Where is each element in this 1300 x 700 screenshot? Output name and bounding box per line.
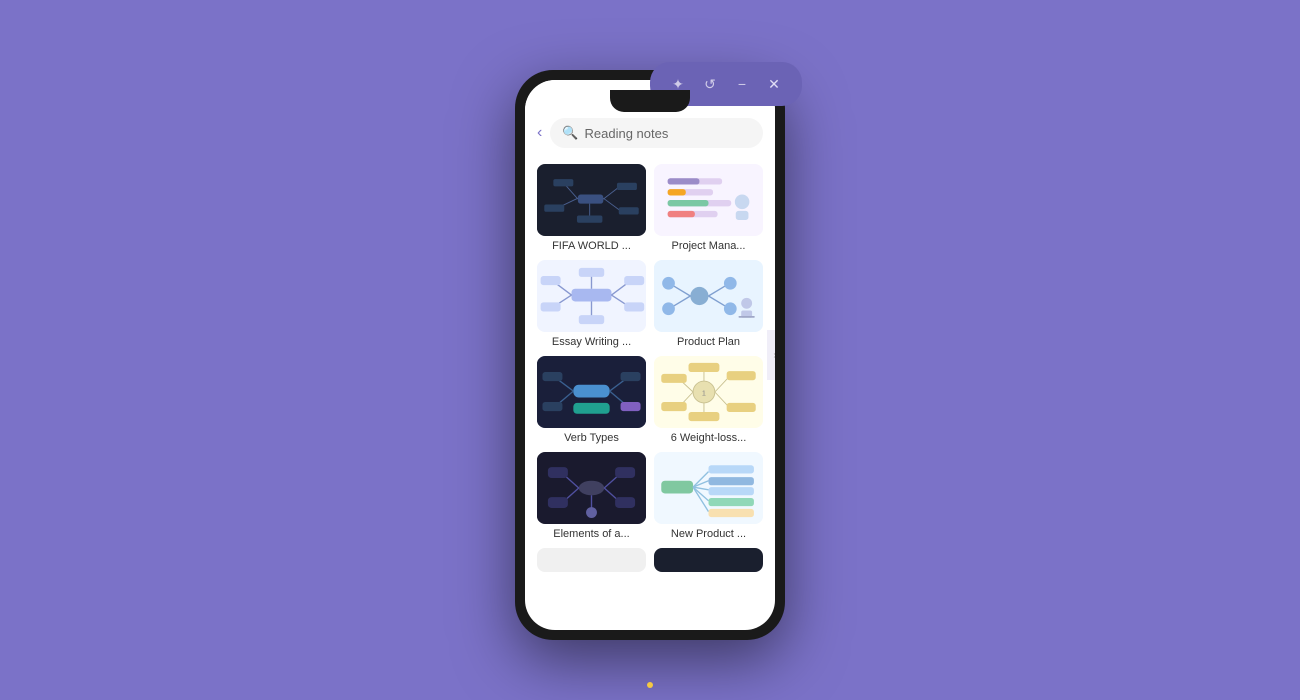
card-thumb-essay — [537, 260, 646, 332]
card-label-product-plan: Product Plan — [654, 336, 763, 348]
card-partial-1[interactable] — [537, 548, 646, 576]
slide-tab[interactable]: › — [767, 330, 775, 380]
card-weight[interactable]: 1 — [654, 356, 763, 444]
card-fifa[interactable]: FIFA WORLD ... — [537, 164, 646, 252]
grid-row-4: Elements of a... — [537, 452, 763, 540]
card-partial-2[interactable] — [654, 548, 763, 576]
bottom-indicator — [647, 682, 653, 688]
card-elements[interactable]: Elements of a... — [537, 452, 646, 540]
card-thumb-weight: 1 — [654, 356, 763, 428]
card-label-fifa: FIFA WORLD ... — [537, 240, 646, 252]
card-thumb-verb — [537, 356, 646, 428]
card-label-weight: 6 Weight-loss... — [654, 432, 763, 444]
grid-row-3: Verb Types 1 — [537, 356, 763, 444]
svg-text:1: 1 — [702, 389, 706, 398]
history-icon: ↺ — [704, 76, 716, 93]
card-thumb-fifa — [537, 164, 646, 236]
phone-body: › ‹ 🔍 Reading notes — [515, 70, 785, 640]
card-thumb-new-product — [654, 452, 763, 524]
phone-notch — [610, 90, 690, 112]
grid-row-2: Essay Writing ... — [537, 260, 763, 348]
card-essay[interactable]: Essay Writing ... — [537, 260, 646, 348]
history-button[interactable]: ↺ — [696, 70, 724, 98]
close-icon: ✕ — [768, 76, 780, 93]
card-label-project: Project Mana... — [654, 240, 763, 252]
minimize-icon: − — [738, 76, 746, 92]
search-placeholder: Reading notes — [585, 126, 669, 141]
card-project[interactable]: Project Mana... — [654, 164, 763, 252]
phone-screen: › ‹ 🔍 Reading notes — [525, 80, 775, 630]
back-button[interactable]: ‹ — [537, 124, 542, 142]
search-icon: 🔍 — [562, 125, 578, 141]
card-label-essay: Essay Writing ... — [537, 336, 646, 348]
card-label-elements: Elements of a... — [537, 528, 646, 540]
cards-grid: FIFA WORLD ... — [525, 156, 775, 630]
close-button[interactable]: ✕ — [760, 70, 788, 98]
card-new-product[interactable]: New Product ... — [654, 452, 763, 540]
card-thumb-elements — [537, 452, 646, 524]
card-label-new-product: New Product ... — [654, 528, 763, 540]
card-thumb-partial-2 — [654, 548, 763, 572]
card-product-plan[interactable]: Product Plan — [654, 260, 763, 348]
card-label-verb: Verb Types — [537, 432, 646, 444]
card-thumb-project — [654, 164, 763, 236]
card-thumb-partial-1 — [537, 548, 646, 572]
search-input-wrap[interactable]: 🔍 Reading notes — [550, 118, 763, 148]
grid-row-1: FIFA WORLD ... — [537, 164, 763, 252]
minimize-button[interactable]: − — [728, 70, 756, 98]
card-thumb-product-plan — [654, 260, 763, 332]
phone-frame: › ‹ 🔍 Reading notes — [515, 70, 785, 640]
grid-row-5 — [537, 548, 763, 576]
card-verb[interactable]: Verb Types — [537, 356, 646, 444]
